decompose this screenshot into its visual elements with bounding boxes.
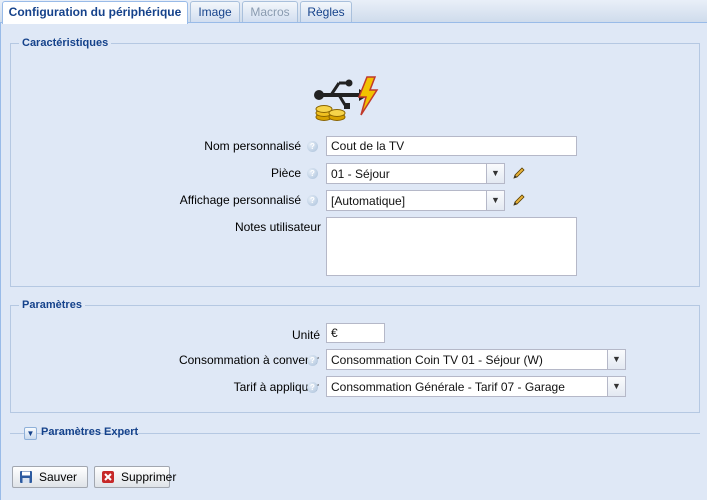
parameters-legend: Paramètres xyxy=(22,299,82,311)
room-select[interactable]: 01 - Séjour ▼ xyxy=(326,163,505,184)
tab-device-config[interactable]: Configuration du périphérique xyxy=(2,1,188,24)
chevron-down-icon[interactable]: ▼ xyxy=(486,191,504,210)
help-icon[interactable]: ? xyxy=(307,141,318,152)
help-icon[interactable]: ? xyxy=(307,195,318,206)
consumption-label: Consommation à convertir xyxy=(178,353,319,367)
tab-rules[interactable]: Règles xyxy=(300,1,352,22)
display-select[interactable]: [Automatique] ▼ xyxy=(326,190,505,211)
room-select-value: 01 - Séjour xyxy=(331,167,390,181)
notes-label: Notes utilisateur xyxy=(234,220,321,234)
tab-macros: Macros xyxy=(242,1,298,22)
device-config-panel: Caractéristiques Nom personnalisé ? Cout… xyxy=(0,23,707,500)
display-label: Affichage personnalisé xyxy=(179,193,301,207)
unit-label: Unité xyxy=(291,328,320,342)
chevron-down-icon[interactable]: ▼ xyxy=(486,164,504,183)
display-select-value: [Automatique] xyxy=(331,194,406,208)
help-icon[interactable]: ? xyxy=(307,382,318,393)
unit-field[interactable]: € xyxy=(326,323,385,343)
name-field[interactable]: Cout de la TV xyxy=(326,136,577,156)
consumption-select[interactable]: Consommation Coin TV 01 - Séjour (W) ▼ xyxy=(326,349,626,370)
chevron-down-icon[interactable]: ▼ xyxy=(607,377,625,396)
tariff-select[interactable]: Consommation Générale - Tarif 07 - Garag… xyxy=(326,376,626,397)
name-label: Nom personnalisé xyxy=(204,139,301,153)
save-button-label: Sauver xyxy=(39,470,78,484)
characteristics-legend: Caractéristiques xyxy=(22,37,109,49)
delete-button[interactable]: Supprimer xyxy=(94,466,176,488)
save-button[interactable]: Sauver xyxy=(12,466,88,488)
tariff-select-value: Consommation Générale - Tarif 07 - Garag… xyxy=(331,380,565,394)
notes-textarea[interactable] xyxy=(326,217,577,276)
edit-pencil-icon[interactable] xyxy=(512,193,526,207)
tab-image[interactable]: Image xyxy=(190,1,240,22)
consumption-select-value: Consommation Coin TV 01 - Séjour (W) xyxy=(331,353,543,367)
floppy-disk-icon xyxy=(20,471,32,483)
room-label: Pièce xyxy=(270,166,301,180)
tab-bar: Configuration du périphérique Image Macr… xyxy=(0,0,707,24)
edit-pencil-icon[interactable] xyxy=(512,166,526,180)
help-icon[interactable]: ? xyxy=(307,168,318,179)
expert-section-toggle[interactable]: Paramètres Expert xyxy=(41,426,138,438)
delete-button-label: Supprimer xyxy=(121,470,177,484)
help-icon[interactable]: ? xyxy=(307,355,318,366)
expand-toggle-icon[interactable]: ▼ xyxy=(24,427,37,440)
chevron-down-icon[interactable]: ▼ xyxy=(607,350,625,369)
delete-x-icon xyxy=(102,471,114,483)
usb-energy-icon xyxy=(314,76,379,121)
